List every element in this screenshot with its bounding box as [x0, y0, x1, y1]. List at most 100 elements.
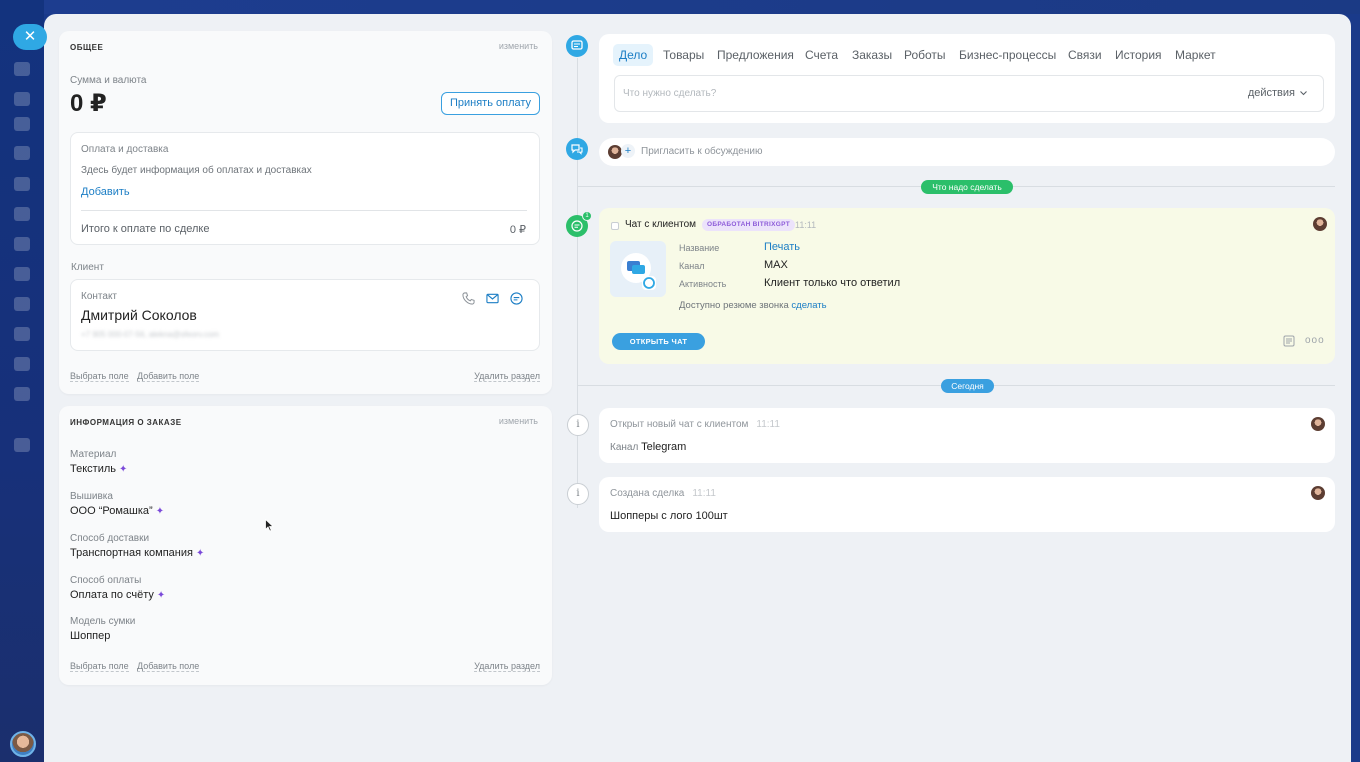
field-label: Способ оплаты: [70, 575, 142, 586]
select-field-link[interactable]: Выбрать поле: [70, 661, 129, 672]
sites-icon[interactable]: [14, 237, 30, 251]
actions-dropdown[interactable]: действия: [1248, 87, 1295, 99]
field-label: Вышивка: [70, 491, 113, 502]
ai-sparkle-icon: ✦: [156, 590, 166, 601]
select-field-link[interactable]: Выбрать поле: [70, 371, 129, 382]
settings-icon[interactable]: [14, 357, 30, 371]
field-label: Способ доставки: [70, 533, 150, 544]
window-top-strip: [44, 0, 1360, 14]
payment-delivery-box: Оплата и доставка Здесь будет информация…: [70, 132, 540, 245]
general-title: ОБЩЕЕ: [70, 43, 104, 52]
field-value[interactable]: Транспортная компания ✦: [70, 547, 204, 559]
contact-box: Контакт Дмитрий Соколов +7 905 000-07-56…: [70, 279, 540, 351]
accept-payment-button[interactable]: Принять оплату: [441, 92, 540, 115]
history-item: Создана сделка 11:11 Шопперы с лого 100шт: [599, 477, 1335, 532]
ai-sparkle-icon: ✦: [155, 506, 165, 517]
feed-icon[interactable]: [14, 62, 30, 76]
divider: [81, 210, 527, 211]
order-info-card: ИНФОРМАЦИЯ О ЗАКАЗЕ изменить Материал Те…: [59, 406, 552, 685]
ai-processed-badge: ОБРАБОТАН BITRIXGPT: [702, 219, 796, 231]
field-value[interactable]: Шоппер: [70, 630, 110, 642]
general-card: ОБЩЕЕ изменить Сумма и валюта 0 ₽ Принят…: [59, 31, 552, 394]
help-icon[interactable]: [14, 438, 30, 452]
tab-activity[interactable]: Дело: [613, 44, 654, 66]
timeline-line: [577, 58, 578, 508]
field-value[interactable]: Текстиль ✦: [70, 463, 127, 475]
author-avatar[interactable]: [1311, 486, 1325, 500]
tab-business-processes[interactable]: Бизнес-процессы: [959, 44, 1056, 66]
row-value: MAX: [764, 259, 788, 271]
tab-invoices[interactable]: Счета: [805, 44, 838, 66]
add-participant-icon[interactable]: +: [621, 144, 635, 158]
note-icon[interactable]: [1283, 335, 1295, 347]
total-label: Итого к оплате по сделке: [81, 223, 210, 235]
contact-label: Контакт: [81, 291, 118, 302]
row-label: Канал: [679, 261, 705, 271]
chat-message-icon[interactable]: [510, 292, 523, 305]
mail-icon[interactable]: [486, 293, 499, 304]
order-info-title: ИНФОРМАЦИЯ О ЗАКАЗЕ: [70, 418, 182, 427]
more-options-icon[interactable]: ooo: [1305, 335, 1325, 346]
user-avatar[interactable]: [10, 731, 36, 757]
activity-time: 11:11: [795, 220, 817, 230]
activity-counter-badge: 1: [582, 211, 592, 221]
section-today-pill: Сегодня: [941, 379, 994, 393]
field-value[interactable]: ООО “Ромашка” ✦: [70, 505, 164, 517]
tab-offers[interactable]: Предложения: [717, 44, 794, 66]
field-value[interactable]: Оплата по счёту ✦: [70, 589, 165, 601]
todo-input[interactable]: Что нужно сделать? действия: [614, 75, 1324, 112]
delete-section-link[interactable]: Удалить раздел: [474, 661, 540, 672]
author-avatar[interactable]: [1311, 417, 1325, 431]
order-info-edit-link[interactable]: изменить: [499, 416, 538, 426]
crm-icon[interactable]: [14, 207, 30, 221]
chat-preview-image: [610, 241, 666, 297]
discussion-icon: [566, 138, 588, 160]
automation-icon[interactable]: [14, 297, 30, 311]
add-field-link[interactable]: Добавить поле: [137, 661, 200, 672]
total-value: 0 ₽: [509, 224, 526, 236]
tab-history[interactable]: История: [1115, 44, 1162, 66]
tab-market[interactable]: Маркет: [1175, 44, 1216, 66]
drive-icon[interactable]: [14, 177, 30, 191]
section-todo-pill: Что надо сделать: [921, 180, 1013, 194]
shop-icon[interactable]: [14, 267, 30, 281]
row-label: Активность: [679, 279, 727, 289]
tab-links[interactable]: Связи: [1068, 44, 1102, 66]
history-detail: Шопперы с лого 100шт: [610, 510, 728, 522]
tasks-icon[interactable]: [14, 117, 30, 131]
payment-delivery-hint: Здесь будет информация об оплатах и дост…: [81, 165, 312, 176]
responsible-avatar[interactable]: [1313, 217, 1327, 231]
more-icon[interactable]: [14, 387, 30, 401]
row-value: Клиент только что ответил: [764, 277, 901, 289]
history-title: Открыт новый чат с клиентом 11:11: [610, 419, 780, 430]
tab-products[interactable]: Товары: [663, 44, 704, 66]
chevron-down-icon[interactable]: [1300, 91, 1307, 96]
row-label: Название: [679, 243, 720, 253]
activity-checkbox[interactable]: [611, 222, 619, 230]
row-value[interactable]: Печать: [764, 241, 800, 253]
add-field-link[interactable]: Добавить поле: [137, 371, 200, 382]
ai-sparkle-icon: ✦: [119, 464, 128, 475]
open-chat-button[interactable]: ОТКРЫТЬ ЧАТ: [612, 333, 705, 350]
invite-text[interactable]: Пригласить к обсуждению: [641, 146, 762, 157]
delete-section-link[interactable]: Удалить раздел: [474, 371, 540, 382]
resume-make-link[interactable]: сделать: [791, 300, 826, 311]
calendar-icon[interactable]: [14, 146, 30, 160]
contact-name[interactable]: Дмитрий Соколов: [81, 307, 197, 323]
contact-details: +7 905 000-07-56, alekna@sfeorv.com: [81, 330, 220, 339]
invite-bar[interactable]: + Пригласить к обсуждению: [599, 138, 1335, 166]
add-payment-link[interactable]: Добавить: [81, 186, 130, 198]
phone-icon[interactable]: [462, 292, 475, 305]
chat-icon[interactable]: [14, 92, 30, 106]
history-title: Создана сделка 11:11: [610, 488, 716, 499]
info-icon: i: [567, 483, 589, 505]
todo-placeholder: Что нужно сделать?: [623, 88, 717, 99]
activity-icon: [566, 35, 588, 57]
tab-robots[interactable]: Роботы: [904, 44, 946, 66]
close-slider-button[interactable]: ✕: [13, 24, 47, 50]
tab-orders[interactable]: Заказы: [852, 44, 892, 66]
general-edit-link[interactable]: изменить: [499, 41, 538, 51]
company-icon[interactable]: [14, 327, 30, 341]
history-detail: Канал Telegram: [610, 441, 687, 453]
activity-title[interactable]: Чат с клиентом: [625, 219, 696, 230]
